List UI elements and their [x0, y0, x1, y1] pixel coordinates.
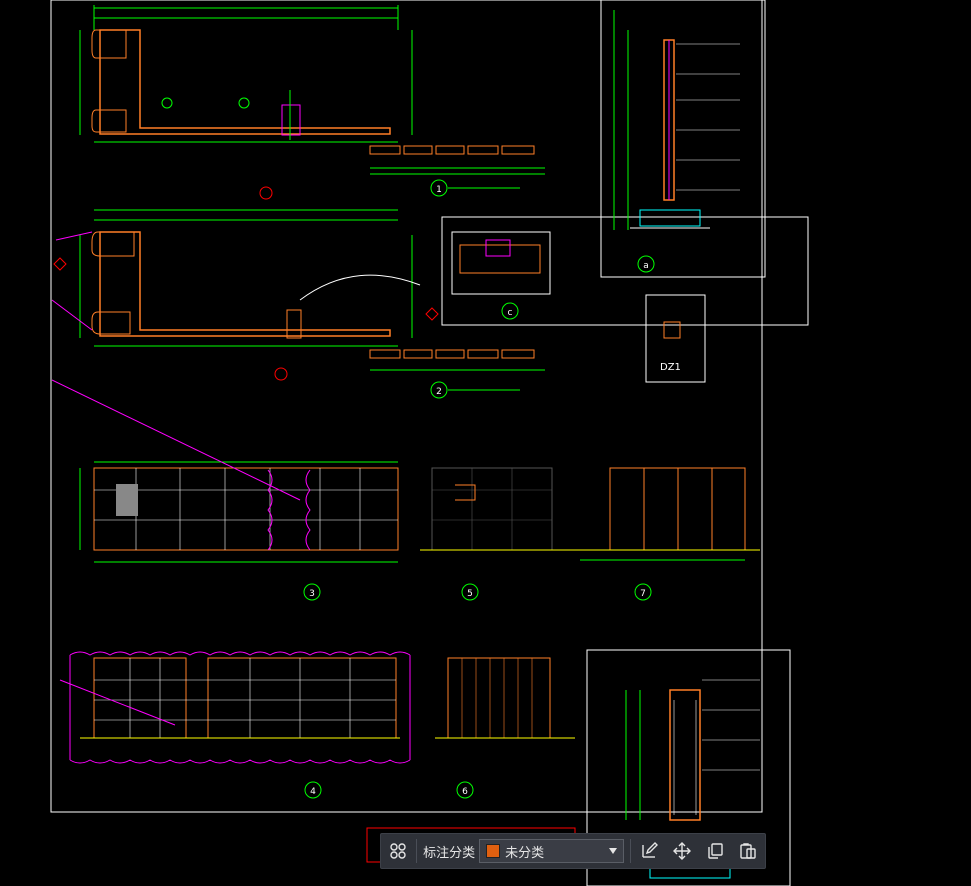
move-icon[interactable]: [666, 834, 699, 868]
dz1-label: DZ1: [660, 362, 681, 373]
copy-icon[interactable]: [699, 834, 732, 868]
sheet-frame: [50, 0, 763, 813]
category-color-swatch: [486, 844, 501, 858]
plan-2: 2: [79, 209, 545, 399]
detail-label-5: 5: [467, 589, 473, 599]
cad-drawing-canvas[interactable]: 1 2 c a DZ1 3 5 7 4 6: [0, 0, 971, 886]
elevation-6: 6: [435, 657, 575, 799]
category-label: 标注分类: [423, 845, 476, 861]
detail-label-c: c: [508, 308, 513, 318]
annotation-toolbar: 标注分类 未分类: [380, 833, 766, 869]
elevation-3: 3: [79, 461, 399, 601]
chevron-down-icon: [608, 848, 617, 854]
category-value: 未分类: [505, 845, 545, 861]
detail-label-2: 2: [436, 387, 442, 397]
detail-label-1: 1: [436, 185, 442, 195]
elevation-7: 7: [575, 467, 760, 601]
toolbar-divider: [416, 839, 418, 863]
detail-label-6: 6: [462, 787, 468, 797]
elevation-4: 4: [69, 651, 411, 799]
detail-label-3: 3: [309, 589, 315, 599]
plan-1: 1: [79, 5, 545, 197]
detail-label-a: a: [643, 261, 649, 271]
detail-label-7: 7: [640, 589, 646, 599]
toolbar-divider: [629, 839, 631, 863]
grid-icon[interactable]: [381, 834, 414, 868]
edit-icon[interactable]: [633, 834, 666, 868]
elevation-5: 5: [420, 467, 575, 601]
paste-icon[interactable]: [732, 834, 765, 868]
detail-label-4: 4: [310, 787, 316, 797]
category-dropdown[interactable]: 未分类: [479, 839, 624, 863]
